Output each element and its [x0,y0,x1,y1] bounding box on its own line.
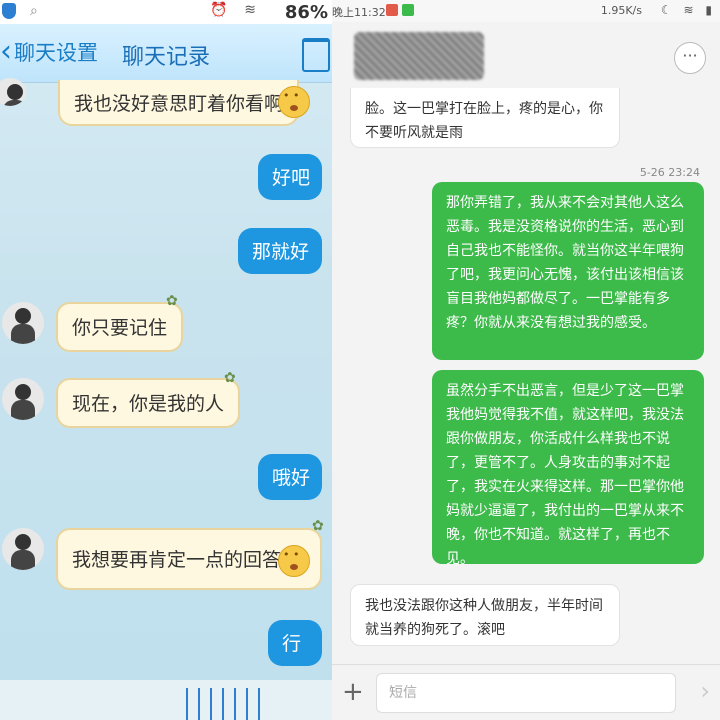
message-sent: 那你弄错了，我从来不会对其他人这么恶毒。我是没资格说你的生活，恶心到自己我也不能… [432,182,704,360]
message-received: 我也没好意思盯着你看啊 [58,80,300,126]
message-sent: 虽然分手不出恶言，但是少了这一巴掌我他妈觉得我不值，就这样吧，我没法跟你做朋友，… [432,370,704,567]
avatar [2,378,44,420]
message-sent: 行 [268,620,322,666]
chat-history-panel: ⌕ ⏰ ≋ 86% ‹ 聊天设置 聊天记录 我也没好意思盯着你看啊 好吧 那就好… [0,0,332,720]
message-received: 脸。这一巴掌打在脸上，疼的是心，你不要听风就是雨 [350,88,620,148]
status-icons: ⏰ ≋ [210,2,262,18]
message-sent: 那就好 [238,228,322,274]
clock: 晚上11:32 [332,6,386,19]
status-icons: ☾ ≋ ▮ [660,3,716,17]
embarrassed-emoji-icon [278,545,310,577]
status-bar: ⌕ ⏰ ≋ 86% [0,0,332,24]
redacted-contact-name [354,32,484,80]
shield-icon [2,3,16,19]
message-received: 我也没法跟你这种人做朋友，半年时间就当养的狗死了。滚吧 [350,584,620,646]
conversation-header: ··· [332,22,720,86]
page-title: 聊天记录 [121,45,210,70]
message-input[interactable]: 短信 [376,673,676,713]
status-bar: 晚上11:32 1.95K/s ☾ ≋ ▮ [332,0,720,22]
voice-waveform-icon [186,688,266,720]
flower-decoration-icon: ✿ [312,518,324,534]
network-speed: 1.95K/s [600,4,642,17]
flower-decoration-icon: ✿ [224,370,236,386]
embarrassed-emoji-icon [278,86,310,118]
message-sent: 好吧 [258,154,322,200]
message-sent: 哦好 [258,454,322,500]
message-received: 你只要记住 [56,302,184,352]
compose-bar: + 短信 › [332,664,720,720]
message-received: 现在，你是我的人 [56,378,241,428]
sms-conversation-panel: 晚上11:32 1.95K/s ☾ ≋ ▮ ··· 脸。这一巴掌打在脸上，疼的是… [332,0,720,720]
chat-header: ‹ 聊天设置 聊天记录 [0,24,332,83]
trash-icon[interactable] [302,38,330,72]
more-options-button[interactable]: ··· [674,42,706,74]
avatar [2,302,44,344]
send-icon[interactable]: › [700,677,710,705]
notification-icon [386,4,398,16]
battery-level: 86% [284,2,328,23]
flower-decoration-icon: ✿ [166,293,178,309]
bottom-bar [0,680,332,720]
plus-icon[interactable]: + [342,677,364,707]
message-timestamp: 5-26 23:24 [639,166,700,179]
notification-icon [402,4,414,16]
avatar [2,528,44,570]
avatar [0,78,26,106]
search-icon: ⌕ [30,3,38,19]
